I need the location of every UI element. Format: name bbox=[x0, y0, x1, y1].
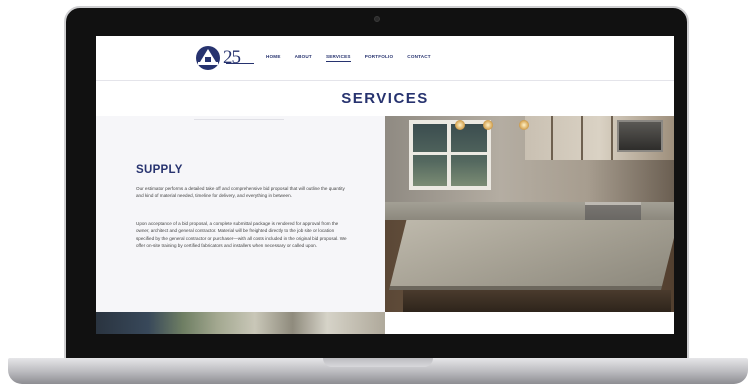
microwave bbox=[617, 120, 663, 152]
webcam-icon bbox=[373, 16, 380, 22]
supply-paragraph-2: Upon acceptance of a bid proposal, a com… bbox=[136, 221, 347, 249]
kitchen-countertop-photo bbox=[385, 116, 674, 312]
nav-portfolio[interactable]: PORTFOLIO bbox=[365, 54, 394, 62]
supply-paragraph-1: Our estimator performs a detailed take o… bbox=[136, 186, 345, 199]
pendant-light-icon bbox=[455, 120, 465, 130]
page-title: SERVICES bbox=[341, 90, 429, 107]
supply-panel bbox=[96, 116, 385, 312]
laptop-base bbox=[8, 358, 748, 384]
blank-area bbox=[385, 312, 674, 334]
nav-about[interactable]: ABOUT bbox=[295, 54, 312, 62]
nav-services[interactable]: SERVICES bbox=[325, 54, 351, 62]
pendant-light-icon bbox=[483, 120, 493, 130]
pendant-light-icon bbox=[519, 120, 529, 130]
website-screen: 25 HOME ABOUT SERVICES PORTFOLIO CONTACT… bbox=[96, 36, 674, 334]
company-logo[interactable]: 25 bbox=[196, 44, 256, 72]
site-header: 25 HOME ABOUT SERVICES PORTFOLIO CONTACT bbox=[96, 36, 674, 81]
title-divider bbox=[194, 119, 284, 120]
nav-contact[interactable]: CONTACT bbox=[407, 54, 431, 62]
section-title: SUPPLY bbox=[136, 164, 183, 176]
triangle-logo-icon bbox=[196, 46, 220, 70]
logo-underline bbox=[226, 63, 254, 66]
stone-slab-samples-photo bbox=[96, 312, 385, 334]
laptop-notch bbox=[323, 358, 433, 367]
main-nav: HOME ABOUT SERVICES PORTFOLIO CONTACT bbox=[266, 54, 431, 62]
nav-home[interactable]: HOME bbox=[266, 54, 281, 62]
island-countertop bbox=[389, 220, 674, 290]
